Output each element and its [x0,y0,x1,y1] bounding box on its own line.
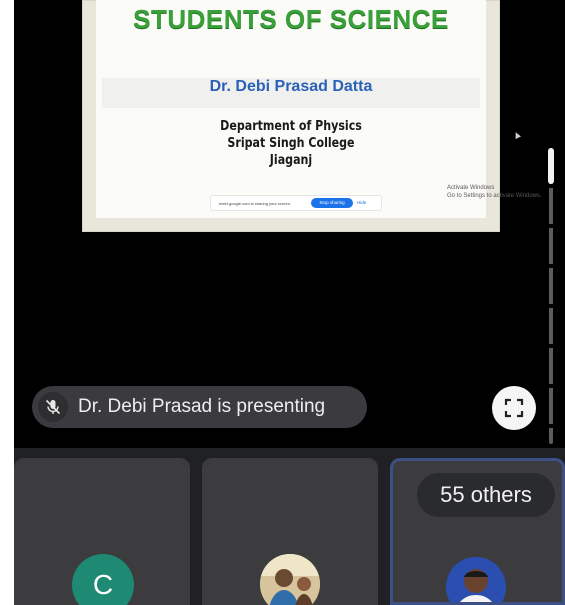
mouse-cursor-icon [513,131,521,139]
slide-affiliation: Department of Physics Sripat Singh Colle… [125,118,457,169]
avatar [446,557,506,602]
participant-tile[interactable] [202,458,378,605]
screen-share-bar: meet.google.com is sharing your screen. … [210,195,382,211]
slide-author: Dr. Debi Prasad Datta [209,78,373,95]
others-count-badge: 55 others [417,473,555,517]
participant-tiles: C 55 others [14,448,565,605]
mic-off-icon [38,392,68,422]
presentation-stage: STUDENTS OF SCIENCE Dr. Debi Prasad Datt… [14,0,565,448]
fullscreen-icon [504,398,524,418]
participant-tile[interactable]: C [14,458,190,605]
participant-tile-others[interactable]: 55 others [390,458,565,605]
meet-screen: STUDENTS OF SCIENCE Dr. Debi Prasad Datt… [14,0,565,605]
presenter-indicator: Dr. Debi Prasad is presenting [32,386,367,428]
share-notice: meet.google.com is sharing your screen. [219,201,292,206]
slide-title: STUDENTS OF SCIENCE [133,4,449,34]
watermark-line2: Go to Settings to activate Windows. [447,193,542,199]
slide-college: Sripat Singh College [227,136,355,151]
stop-sharing-button[interactable]: Stop sharing [311,198,353,208]
hide-link[interactable]: Hide [357,200,366,205]
activate-windows-watermark: Activate Windows Go to Settings to activ… [447,184,542,200]
fullscreen-button[interactable] [492,386,536,430]
shared-slide: STUDENTS OF SCIENCE Dr. Debi Prasad Datt… [82,0,500,232]
avatar: C [72,554,134,605]
slide-department: Department of Physics [220,119,362,134]
slide-city: Jiaganj [269,153,313,168]
scrollbar-thumb[interactable] [548,148,554,184]
avatar [260,554,320,605]
slide-content: STUDENTS OF SCIENCE Dr. Debi Prasad Datt… [96,0,486,218]
scrollbar-track[interactable] [549,148,553,444]
presenter-text: Dr. Debi Prasad is presenting [78,396,326,417]
watermark-line1: Activate Windows [447,185,495,191]
